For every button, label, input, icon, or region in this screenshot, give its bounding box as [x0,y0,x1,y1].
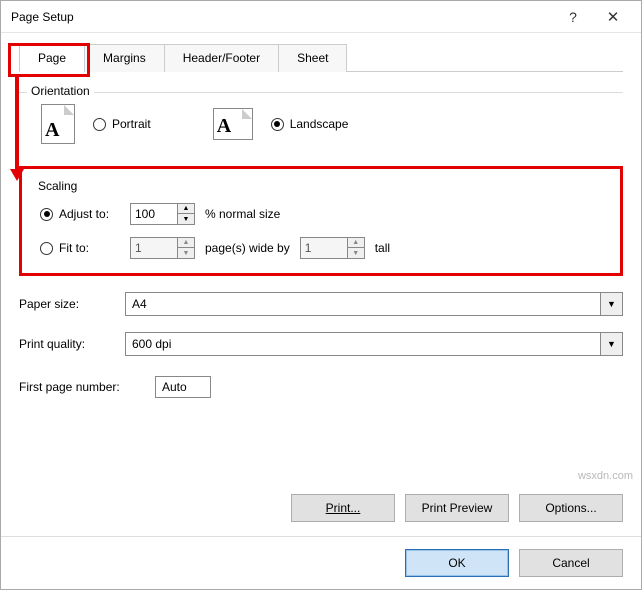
page-setup-dialog: Page Setup ? ✕ Page Margins Header/Foote… [0,0,642,590]
dialog-footer: OK Cancel [1,536,641,589]
adjust-suffix: % normal size [205,207,280,221]
title-text: Page Setup [11,10,553,24]
adjust-to-label: Adjust to: [59,207,109,221]
paper-size-dropdown-icon[interactable]: ▼ [600,293,622,315]
fit-tall-down-button[interactable]: ▼ [348,248,364,258]
scaling-legend: Scaling [34,179,81,193]
fit-tall-spinner[interactable]: ▲ ▼ [300,237,365,259]
print-quality-label: Print quality: [19,337,115,351]
first-page-input[interactable] [155,376,211,398]
fit-tall-input[interactable] [301,238,347,258]
title-bar: Page Setup ? ✕ [1,1,641,33]
portrait-icon: A [41,104,75,144]
tab-headerfooter-label: Header/Footer [183,51,260,65]
fit-wide-input[interactable] [131,238,177,258]
orientation-legend: Orientation [27,84,94,98]
tab-sheet-label: Sheet [297,51,328,65]
fit-wide-down-button[interactable]: ▼ [178,248,194,258]
fit-suffix: tall [375,241,390,255]
adjust-up-button[interactable]: ▲ [178,204,194,214]
print-quality-value: 600 dpi [132,337,171,351]
landscape-radio[interactable]: Landscape [271,117,349,131]
tab-margins[interactable]: Margins [84,44,165,72]
cancel-button[interactable]: Cancel [519,549,623,577]
landscape-label: Landscape [290,117,349,131]
close-button[interactable]: ✕ [593,3,633,31]
print-preview-button[interactable]: Print Preview [405,494,509,522]
adjust-to-input[interactable] [131,204,177,224]
ok-button-label: OK [448,556,465,570]
portrait-label: Portrait [112,117,151,131]
tab-page-label: Page [38,51,66,65]
options-button-label: Options... [545,501,596,515]
fit-to-radio[interactable]: Fit to: [40,241,120,255]
ok-button[interactable]: OK [405,549,509,577]
print-quality-combo[interactable]: 600 dpi ▼ [125,332,623,356]
dialog-content: Page Margins Header/Footer Sheet Orienta… [1,33,641,536]
fit-to-label: Fit to: [59,241,89,255]
first-page-label: First page number: [19,380,145,394]
tab-page[interactable]: Page [19,44,85,72]
action-button-row: Print... Print Preview Options... [19,494,623,522]
fit-tall-up-button[interactable]: ▲ [348,238,364,248]
print-button-label: Print... [326,501,361,515]
tab-margins-label: Margins [103,51,146,65]
cancel-button-label: Cancel [552,556,589,570]
fit-mid-label: page(s) wide by [205,241,290,255]
portrait-radio[interactable]: Portrait [93,117,151,131]
paper-size-label: Paper size: [19,297,115,311]
paper-size-value: A4 [132,297,147,311]
options-button[interactable]: Options... [519,494,623,522]
adjust-to-spinner[interactable]: ▲ ▼ [130,203,195,225]
fit-wide-spinner[interactable]: ▲ ▼ [130,237,195,259]
fit-wide-up-button[interactable]: ▲ [178,238,194,248]
print-quality-dropdown-icon[interactable]: ▼ [600,333,622,355]
orientation-group: Orientation A Portrait A Landscape [19,84,623,158]
paper-size-combo[interactable]: A4 ▼ [125,292,623,316]
adjust-down-button[interactable]: ▼ [178,214,194,224]
landscape-icon: A [213,108,253,140]
print-button[interactable]: Print... [291,494,395,522]
adjust-to-radio[interactable]: Adjust to: [40,207,120,221]
scaling-group: Scaling Adjust to: ▲ ▼ % normal size [19,166,623,276]
tab-strip: Page Margins Header/Footer Sheet [19,43,623,72]
help-button[interactable]: ? [553,3,593,31]
print-preview-label: Print Preview [422,501,493,515]
tab-sheet[interactable]: Sheet [278,44,347,72]
tab-header-footer[interactable]: Header/Footer [164,44,279,72]
